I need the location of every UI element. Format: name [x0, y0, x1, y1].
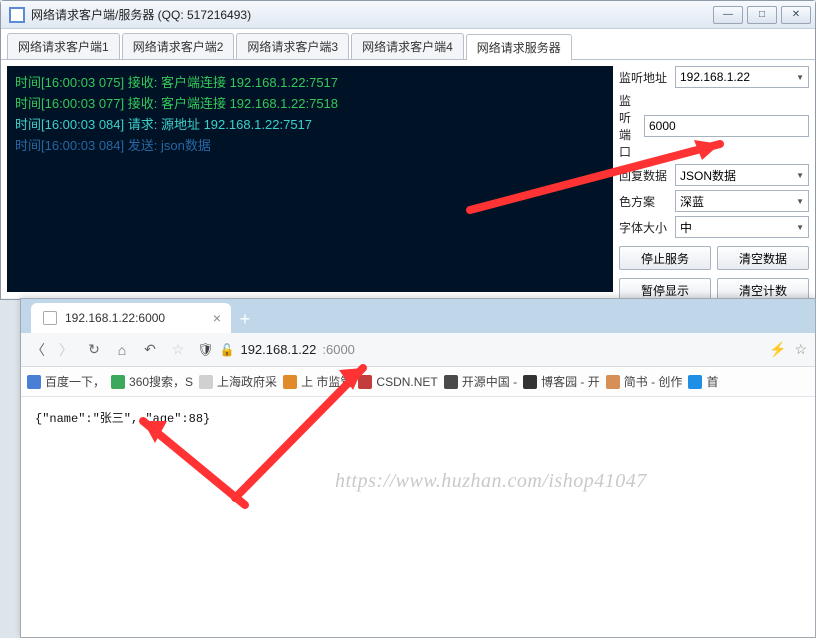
back-button[interactable]: 〈 [29, 340, 47, 360]
browser-window: 192.168.1.22:6000 × + 〈 〉 ↻ ⌂ ↶ ☆ 🛡 🔓 19… [20, 298, 816, 638]
minimize-button[interactable]: — [713, 6, 743, 24]
app-window: 网络请求客户端/服务器 (QQ: 517216493) — □ ✕ 网络请求客户… [0, 0, 816, 300]
chevron-down-icon: ▼ [796, 223, 804, 232]
bookmark-icon [199, 375, 213, 389]
bookmark-item[interactable]: 博客园 - 开 [523, 373, 600, 390]
home-button[interactable]: ⌂ [113, 342, 131, 358]
address-bar[interactable]: 🛡 🔓 192.168.1.22 :6000 [197, 342, 759, 358]
bookmark-icon [283, 375, 297, 389]
window-title: 网络请求客户端/服务器 (QQ: 517216493) [31, 6, 709, 23]
bookmark-item[interactable]: 百度一下， [27, 373, 105, 390]
tab-server[interactable]: 网络请求服务器 [466, 34, 572, 60]
browser-toolbar: 〈 〉 ↻ ⌂ ↶ ☆ 🛡 🔓 192.168.1.22 :6000 ⚡ ☆ [21, 333, 815, 367]
bookmark-icon [444, 375, 458, 389]
browser-tab[interactable]: 192.168.1.22:6000 × [31, 303, 231, 333]
bookmark-icon [27, 375, 41, 389]
tab-client2[interactable]: 网络请求客户端2 [122, 33, 235, 59]
bookmark-item[interactable]: 上 市监管 [283, 373, 352, 390]
console-line: 时间[16:00:03 084] 发送: json数据 [15, 135, 605, 154]
chevron-down-icon: ▼ [796, 197, 804, 206]
bookmark-label: 首 [706, 373, 718, 390]
bookmark-label: 360搜索，S [129, 373, 193, 390]
insecure-icon: 🔓 [220, 343, 235, 357]
page-body: {"name":"张三", "age":88} [21, 397, 815, 438]
app-icon [9, 7, 25, 23]
url-port: :6000 [322, 342, 355, 357]
new-tab-button[interactable]: + [231, 305, 259, 333]
bookmark-item[interactable]: CSDN.NET [358, 375, 437, 389]
console-line: 时间[16:00:03 077] 接收: 客户端连接 192.168.1.22:… [15, 93, 605, 112]
console-line: 时间[16:00:03 075] 接收: 客户端连接 192.168.1.22:… [15, 72, 605, 91]
stop-service-button[interactable]: 停止服务 [619, 246, 711, 270]
watermark: https://www.huzhan.com/ishop41047 [335, 470, 647, 493]
tab-close-icon[interactable]: × [213, 310, 221, 326]
chevron-down-icon: ▼ [796, 73, 804, 82]
bookmark-label: 上 市监管 [301, 373, 352, 390]
tab-client1[interactable]: 网络请求客户端1 [7, 33, 120, 59]
close-button[interactable]: ✕ [781, 6, 811, 24]
bookmark-icon [523, 375, 537, 389]
font-size-label: 字体大小 [619, 219, 671, 236]
url-host: 192.168.1.22 [240, 342, 316, 357]
tab-client3[interactable]: 网络请求客户端3 [236, 33, 349, 59]
bookmark-item[interactable]: 首 [688, 373, 718, 390]
scheme-label: 色方案 [619, 193, 671, 210]
maximize-button[interactable]: □ [747, 6, 777, 24]
bookmark-label: 博客园 - 开 [541, 373, 600, 390]
bookmark-label: 开源中国 - [462, 373, 517, 390]
listen-port-label: 监听端口 [619, 92, 640, 160]
listen-addr-select[interactable]: 192.168.1.22▼ [675, 66, 809, 88]
page-icon [43, 311, 57, 325]
browser-tab-title: 192.168.1.22:6000 [65, 311, 165, 325]
titlebar: 网络请求客户端/服务器 (QQ: 517216493) — □ ✕ [1, 1, 815, 29]
bookmark-label: CSDN.NET [376, 375, 437, 389]
browser-tabbar: 192.168.1.22:6000 × + [21, 299, 815, 333]
bookmark-icon [111, 375, 125, 389]
tabs: 网络请求客户端1 网络请求客户端2 网络请求客户端3 网络请求客户端4 网络请求… [1, 29, 815, 60]
undo-button[interactable]: ↶ [141, 341, 159, 358]
bookmark-label: 上海政府采 [217, 373, 277, 390]
reply-data-label: 回复数据 [619, 167, 671, 184]
listen-port-input[interactable] [644, 115, 809, 137]
tab-client4[interactable]: 网络请求客户端4 [351, 33, 464, 59]
bookmark-label: 简书 - 创作 [624, 373, 683, 390]
shield-icon: 🛡 [197, 342, 214, 358]
bookmark-icon [358, 375, 372, 389]
bookmark-item[interactable]: 360搜索，S [111, 373, 193, 390]
forward-button[interactable]: 〉 [57, 340, 75, 360]
bookmark-item[interactable]: 简书 - 创作 [606, 373, 683, 390]
bookmark-icon[interactable]: ☆ [794, 341, 807, 358]
chevron-down-icon: ▼ [796, 171, 804, 180]
bookmark-icon [606, 375, 620, 389]
listen-addr-label: 监听地址 [619, 69, 671, 86]
bookmark-item[interactable]: 开源中国 - [444, 373, 517, 390]
reply-data-select[interactable]: JSON数据▼ [675, 164, 809, 186]
bookmark-item[interactable]: 上海政府采 [199, 373, 277, 390]
bookmarks-bar: 百度一下， 360搜索，S 上海政府采 上 市监管 CSDN.NET 开源中国 - 博客园 … [21, 367, 815, 397]
scheme-select[interactable]: 深蓝▼ [675, 190, 809, 212]
flash-icon[interactable]: ⚡ [769, 341, 786, 358]
console-line: 时间[16:00:03 084] 请求: 源地址 192.168.1.22:75… [15, 114, 605, 133]
bookmark-label: 百度一下， [45, 373, 105, 390]
console: 时间[16:00:03 075] 接收: 客户端连接 192.168.1.22:… [7, 66, 613, 292]
font-size-select[interactable]: 中▼ [675, 216, 809, 238]
clear-data-button[interactable]: 清空数据 [717, 246, 809, 270]
star-icon[interactable]: ☆ [169, 341, 187, 358]
side-panel: 监听地址 192.168.1.22▼ 监听端口 回复数据 JSON数据▼ 色方案… [619, 66, 809, 292]
bookmark-icon [688, 375, 702, 389]
reload-button[interactable]: ↻ [85, 341, 103, 358]
